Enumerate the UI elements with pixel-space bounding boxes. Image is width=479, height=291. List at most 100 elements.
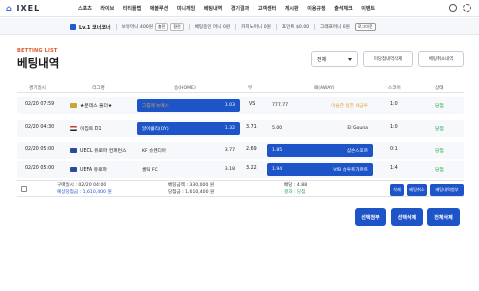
user-info-bar: Lv.1 코너코너 보유머니 400원 충전 환전 베팅중인 머니 0원 카지노… — [0, 18, 479, 35]
graph-money: 그래프머니 0원 — [320, 25, 350, 30]
summary-col-time: 구매일시 : 02/20 04:00 예상당첨금 : 1,610,400 원 — [57, 183, 112, 196]
divider — [314, 24, 316, 30]
column-header-time: 경기일시 — [29, 86, 46, 91]
user-level: Lv.1 코너코너 — [70, 24, 111, 31]
nav-item-results[interactable]: 경기결과 — [231, 5, 249, 12]
home-odd: 1.32 — [224, 126, 235, 131]
status-badge: 당첨 — [435, 104, 444, 109]
away-odd: 5.00 — [272, 126, 283, 131]
attach-bet-button[interactable]: 베팅내역첨부 — [430, 184, 464, 196]
league-flag-icon — [70, 103, 77, 108]
delete-selected-button[interactable]: 선택삭제 — [391, 208, 423, 226]
home-odd-button[interactable]: 알아흘리(OY) 1.32 — [137, 122, 240, 135]
away-team: 아슬한 실한 세금투 — [331, 104, 368, 109]
withdraw-button[interactable]: 환전 — [170, 23, 184, 31]
casino-money: 카지노머니 0원 — [241, 25, 271, 30]
main-nav: 스포츠 라이브 티티플랩 에볼루션 미니게임 베팅내역 경기결과 고객센터 게시… — [78, 5, 384, 12]
table-row: 02/20 04:30 이집트 D1 알아흘리(OY) 1.32 3.71 5.… — [17, 120, 464, 137]
status-badge: 당첨 — [435, 168, 444, 173]
summary-col-odds: 배당 : 4.88 결과 : 당첨 — [284, 183, 307, 196]
user-info-items: Lv.1 코너코너 보유머니 400원 충전 환전 베팅중인 머니 0원 카지노… — [70, 23, 376, 31]
divider — [275, 24, 277, 30]
filter-select[interactable]: 전체 — [311, 51, 358, 67]
header-divider — [17, 92, 464, 93]
away-odd-button[interactable]: 5.00 El Gouna — [267, 122, 373, 135]
home-team: 알아흘리(OY) — [142, 127, 169, 132]
logo-text: IXEL — [16, 4, 41, 13]
bet-amount: 베팅금액 : 330,000 원 — [168, 183, 215, 188]
delete-all-button[interactable]: 전체삭제 — [427, 208, 460, 226]
nav-item-evolution[interactable]: 에볼루션 — [150, 5, 168, 12]
nav-item-attendance[interactable]: 출석체크 — [334, 5, 352, 12]
expected-win: 예상당첨금 : 1,610,400 원 — [57, 189, 112, 195]
status-badge: 당첨 — [435, 127, 444, 132]
home-odd-button[interactable]: 셀틱 FC 3.18 — [137, 163, 240, 176]
delete-button[interactable]: 삭제 — [390, 184, 404, 196]
point-balance: 포인트 $0.00 — [281, 25, 310, 30]
column-header-league: 리그명 — [92, 86, 105, 91]
top-navigation-bar: ⌂ IXEL 스포츠 라이브 티티플랩 에볼루션 미니게임 베팅내역 경기결과 … — [0, 0, 479, 17]
nav-item-betting-history[interactable]: 베팅내역 — [204, 5, 222, 12]
divider — [188, 24, 190, 30]
away-odd: 777.77 — [272, 103, 289, 108]
money-balance: 보유머니 400원 — [121, 25, 153, 30]
match-time: 02/20 07:59 — [25, 102, 55, 107]
league-label: UEFA 유로파 — [80, 168, 107, 173]
site-logo[interactable]: ⌂ IXEL — [6, 4, 40, 13]
away-odd-button[interactable]: 1.94 VfB 슈투트가르트 — [267, 163, 373, 176]
draw-odd: 3.71 — [246, 125, 257, 130]
deposit-button[interactable]: 충전 — [154, 23, 169, 31]
egypt-flag-icon — [70, 126, 77, 131]
level-badge-icon — [70, 24, 76, 30]
match-time: 02/20 04:30 — [25, 125, 55, 130]
draw-odd: 3.22 — [246, 166, 257, 171]
nav-item-support[interactable]: 고객센터 — [258, 5, 276, 12]
home-team: 셀틱 FC — [142, 168, 158, 173]
column-header-status: 상태 — [435, 86, 444, 91]
home-odd-button[interactable]: KF 슈켄디아 3.77 — [137, 144, 240, 157]
home-odd-button[interactable]: 그룹매 뉴에스 1.03 — [137, 99, 240, 112]
logo-mark: ⌂ — [6, 4, 13, 13]
column-header-home: 승(HOME) — [174, 86, 196, 91]
nav-item-tt[interactable]: 티티플랩 — [123, 5, 141, 12]
top-right-tools — [449, 4, 471, 12]
theme-toggle-icon[interactable] — [449, 4, 457, 12]
nav-item-live[interactable]: 라이브 — [100, 5, 114, 12]
home-team: 그룹매 뉴에스 — [142, 104, 169, 109]
betting-money: 베팅중인 머니 0원 — [194, 25, 231, 30]
score: 1:4 — [390, 166, 398, 171]
bet-cancel-button[interactable]: 베팅취소 — [407, 184, 427, 196]
away-odd-button[interactable]: 777.77 아슬한 실한 세금투 — [267, 99, 373, 112]
logout-button[interactable]: 로그아웃 — [354, 23, 376, 31]
table-row: 02/20 07:59 ★분데스 풀더★ 그룹매 뉴에스 1.03 VS 777… — [17, 97, 464, 114]
table-row: 02/20 05:00 UECL 유로파 컨퍼런스 KF 슈켄디아 3.77 2… — [17, 142, 464, 159]
nav-item-minigame[interactable]: 미니게임 — [177, 5, 195, 12]
column-header-score: 스코어 — [388, 86, 401, 91]
attach-selected-button[interactable]: 선택첨부 — [355, 208, 386, 226]
delete-lost-history-button[interactable]: 미당첨내역삭제 — [363, 51, 413, 67]
league-name: ★분데스 풀더★ — [70, 102, 112, 109]
away-team: VfB 슈투트가르트 — [333, 168, 368, 173]
league-label: 이집트 D1 — [80, 127, 102, 132]
nav-item-event[interactable]: 이벤트 — [361, 5, 375, 12]
bet-time: 구매일시 : 02/20 04:00 — [57, 183, 107, 188]
filter-select-value: 전체 — [317, 57, 327, 63]
away-odd-button[interactable]: 1.85 샴슨스포르 — [267, 144, 373, 157]
select-checkbox[interactable] — [21, 186, 27, 192]
nav-item-board[interactable]: 게시판 — [285, 5, 299, 12]
gear-icon[interactable] — [463, 4, 471, 12]
column-header-away: 패(AWAY) — [314, 86, 335, 91]
win-amount: 당첨금 : 1,610,400 원 — [168, 189, 215, 195]
score: 1:0 — [390, 102, 398, 107]
chevron-down-icon — [348, 58, 352, 61]
away-odd: 1.85 — [272, 148, 283, 153]
divider — [115, 24, 117, 30]
bet-slip-summary: 구매일시 : 02/20 04:00 예상당첨금 : 1,610,400 원 베… — [17, 180, 464, 197]
score: 0:1 — [390, 147, 398, 152]
page-title: 베팅내역 — [17, 56, 60, 70]
bet-cancel-history-button[interactable]: 베팅취소내역 — [418, 51, 464, 67]
uefa-flag-icon — [70, 148, 77, 153]
nav-item-rules[interactable]: 이용규정 — [307, 5, 325, 12]
nav-item-sports[interactable]: 스포츠 — [78, 5, 92, 12]
page-subtitle: BETTING LIST — [17, 48, 58, 54]
